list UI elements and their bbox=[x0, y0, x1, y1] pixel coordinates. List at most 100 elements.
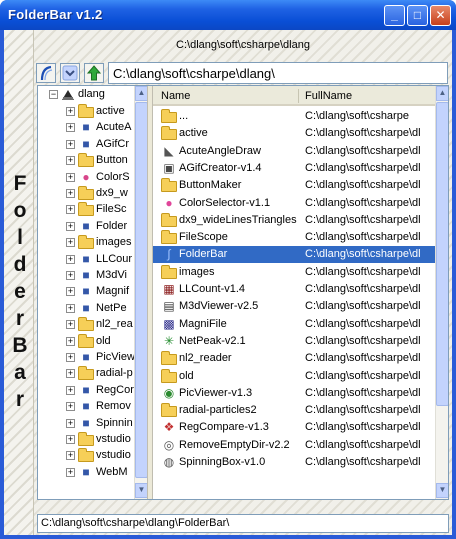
expand-icon[interactable]: + bbox=[66, 238, 75, 248]
row-name: RemoveEmptyDir-v2.2 bbox=[179, 438, 290, 451]
list-scroll-down-button[interactable]: ▼ bbox=[436, 483, 448, 498]
tree-item[interactable]: + active bbox=[38, 103, 134, 120]
expand-icon[interactable]: + bbox=[66, 287, 75, 297]
column-header-fullname[interactable]: FullName bbox=[305, 90, 352, 102]
list-row[interactable]: images C:\dlang\soft\csharpe\dl bbox=[153, 264, 435, 281]
minimize-button[interactable]: _ bbox=[384, 5, 405, 26]
list-row[interactable]: ▩ MagniFile C:\dlang\soft\csharpe\dl bbox=[153, 316, 435, 333]
tree-scrollbar[interactable]: ▲ ▼ bbox=[134, 86, 147, 499]
tree-item[interactable]: + ■ M3dVi bbox=[38, 267, 134, 284]
expand-icon[interactable]: + bbox=[66, 172, 75, 182]
tree-item[interactable]: + dx9_w bbox=[38, 185, 134, 202]
list-row[interactable]: ◉ PicViewer-v1.3 C:\dlang\soft\csharpe\dl bbox=[153, 385, 435, 402]
file-list[interactable]: Name FullName ... C:\dlang\soft\csharpe ac… bbox=[153, 86, 448, 499]
tree-item[interactable]: + ■ Spinnin bbox=[38, 415, 134, 432]
tree-item[interactable]: + vstudio bbox=[38, 447, 134, 464]
title-bar[interactable]: FolderBar v1.2 _ □ ✕ bbox=[0, 0, 456, 30]
expand-icon[interactable]: + bbox=[66, 402, 75, 412]
expand-icon[interactable]: + bbox=[66, 221, 75, 231]
expand-icon[interactable]: + bbox=[66, 353, 75, 362]
tree-item[interactable]: + ■ LLCour bbox=[38, 251, 134, 268]
expand-icon[interactable]: + bbox=[66, 320, 75, 330]
expand-icon[interactable]: + bbox=[66, 435, 75, 444]
tree-item[interactable]: + ■ Magnif bbox=[38, 283, 134, 300]
expand-icon[interactable]: + bbox=[66, 254, 75, 264]
list-row[interactable]: old C:\dlang\soft\csharpe\dl bbox=[153, 368, 435, 385]
list-row[interactable]: active C:\dlang\soft\csharpe\dl bbox=[153, 125, 435, 142]
column-header-name[interactable]: Name bbox=[161, 90, 190, 102]
tree-scroll-thumb[interactable] bbox=[135, 102, 147, 478]
tree-item[interactable]: + radial-p bbox=[38, 365, 134, 382]
tree-item[interactable]: + ■ Remov bbox=[38, 398, 134, 415]
close-button[interactable]: ✕ bbox=[430, 5, 451, 26]
tree-item[interactable]: + ■ NetPe bbox=[38, 300, 134, 317]
tree-scroll-down-button[interactable]: ▼ bbox=[135, 483, 147, 498]
collapse-icon[interactable]: − bbox=[49, 90, 58, 99]
expand-icon[interactable]: + bbox=[66, 156, 75, 166]
expand-icon[interactable]: + bbox=[66, 303, 75, 313]
expand-icon[interactable]: + bbox=[66, 418, 75, 428]
remove-icon: ◎ bbox=[163, 437, 175, 452]
expand-icon[interactable]: + bbox=[66, 271, 75, 280]
list-scrollbar[interactable]: ▲ ▼ bbox=[435, 86, 448, 499]
list-row[interactable]: ▦ LLCount-v1.4 C:\dlang\soft\csharpe\dl bbox=[153, 281, 435, 298]
list-scroll-thumb[interactable] bbox=[436, 102, 448, 406]
tree-root[interactable]: − dlang bbox=[38, 86, 134, 103]
tree-item[interactable]: + FileSc bbox=[38, 201, 134, 218]
list-row[interactable]: ◍ SpinningBox-v1.0 C:\dlang\soft\csharpe\d… bbox=[153, 454, 435, 471]
list-row[interactable]: ▤ M3dViewer-v2.5 C:\dlang\soft\csharpe\dl bbox=[153, 298, 435, 315]
list-row[interactable]: dx9_wideLinesTriangles C:\dlang\soft\csha… bbox=[153, 212, 435, 229]
tree-item[interactable]: + ■ AGifCr bbox=[38, 136, 134, 153]
list-scroll-up-button[interactable]: ▲ bbox=[436, 86, 448, 101]
expand-icon[interactable]: + bbox=[66, 336, 75, 346]
tree-item[interactable]: + images bbox=[38, 234, 134, 251]
list-row-selected[interactable]: ∫ FolderBar C:\dlang\soft\csharpe\dl bbox=[153, 246, 435, 264]
drive-button[interactable] bbox=[36, 63, 56, 83]
tree-item[interactable]: + vstudio bbox=[38, 431, 134, 448]
list-row[interactable]: ◣ AcuteAngleDraw C:\dlang\soft\csharpe\dl bbox=[153, 143, 435, 160]
tree-item[interactable]: + nl2_rea bbox=[38, 316, 134, 333]
drive-icon bbox=[60, 87, 76, 102]
row-name: RegCompare-v1.3 bbox=[179, 421, 269, 434]
list-row[interactable]: ❖ RegCompare-v1.3 C:\dlang\soft\csharpe\dl bbox=[153, 419, 435, 436]
expand-icon[interactable]: + bbox=[66, 189, 75, 198]
row-fullname: C:\dlang\soft\csharpe bbox=[305, 110, 409, 122]
tree-item[interactable]: + ■ Folder bbox=[38, 218, 134, 235]
list-row[interactable]: ● ColorSelector-v1.1 C:\dlang\soft\csharpe… bbox=[153, 195, 435, 212]
expand-icon[interactable]: + bbox=[66, 369, 75, 379]
tree-item[interactable]: + old bbox=[38, 333, 134, 350]
tree-item[interactable]: + ■ RegCor bbox=[38, 382, 134, 399]
expand-icon[interactable]: + bbox=[66, 467, 75, 477]
expand-icon[interactable]: + bbox=[66, 205, 75, 215]
row-name: ButtonMaker bbox=[179, 179, 242, 192]
column-separator[interactable] bbox=[298, 89, 299, 103]
folder-tree[interactable]: − dlang + active + ■ AcuteA + ■ AGifCr + Button + ●… bbox=[38, 86, 147, 499]
expand-icon[interactable]: + bbox=[66, 451, 75, 461]
list-row[interactable]: radial-particles2 C:\dlang\soft\csharpe\d… bbox=[153, 402, 435, 419]
tree-scroll-up-button[interactable]: ▲ bbox=[135, 86, 147, 101]
list-row[interactable]: FileScope C:\dlang\soft\csharpe\dl bbox=[153, 229, 435, 246]
tree-item[interactable]: + Button bbox=[38, 152, 134, 169]
folder-icon bbox=[78, 366, 94, 381]
expand-icon[interactable]: + bbox=[66, 107, 75, 116]
tree-item[interactable]: + ■ AcuteA bbox=[38, 119, 134, 136]
expand-icon[interactable]: + bbox=[66, 385, 75, 395]
history-dropdown-button[interactable] bbox=[60, 63, 80, 83]
list-row[interactable]: ✳ NetPeak-v2.1 C:\dlang\soft\csharpe\dl bbox=[153, 333, 435, 350]
list-row[interactable]: nl2_reader C:\dlang\soft\csharpe\dl bbox=[153, 350, 435, 367]
list-row[interactable]: ... C:\dlang\soft\csharpe bbox=[153, 108, 435, 125]
path-input[interactable] bbox=[108, 62, 448, 84]
list-row[interactable]: ◎ RemoveEmptyDir-v2.2 C:\dlang\soft\csharp… bbox=[153, 437, 435, 454]
up-arrow-icon bbox=[86, 65, 102, 81]
tree-item[interactable]: + ■ PicView bbox=[38, 349, 135, 366]
list-row[interactable]: ButtonMaker C:\dlang\soft\csharpe\dl bbox=[153, 177, 435, 194]
tree-item[interactable]: + ■ WebM bbox=[38, 464, 134, 481]
expand-icon[interactable]: + bbox=[66, 123, 75, 133]
folder-icon bbox=[78, 153, 94, 168]
list-row[interactable]: ▣ AGifCreator-v1.4 C:\dlang\soft\csharpe\d… bbox=[153, 160, 435, 177]
tree-item[interactable]: + ● ColorS bbox=[38, 169, 134, 186]
up-folder-button[interactable] bbox=[84, 63, 104, 83]
expand-icon[interactable]: + bbox=[66, 139, 75, 149]
llcount-icon: ▦ bbox=[163, 282, 175, 296]
maximize-button[interactable]: □ bbox=[407, 5, 428, 26]
